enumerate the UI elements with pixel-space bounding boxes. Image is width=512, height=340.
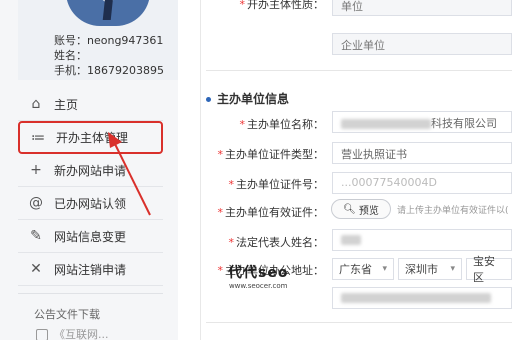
sidebar-item-new-site[interactable]: + 新办网站申请 [18,154,163,187]
sidebar-item-claim-site[interactable]: @ 已办网站认领 [18,187,163,220]
cert-no-label: * 主办单位证件号： [228,178,325,191]
entity-nature-field[interactable]: 单位 [332,0,512,16]
sidebar-item-cancel-site[interactable]: ✕ 网站注销申请 [18,253,163,286]
sidebar-item-label: 网站信息变更 [54,229,127,244]
list-icon: ≔ [31,129,45,146]
sidebar-item-label: 主页 [54,97,79,112]
cert-no-input[interactable]: ...00077540004D [332,172,512,194]
sidebar: 账号：neong947361 姓名： 手机：18679203895 ⌂ 主页 ≔… [0,0,178,340]
user-profile-card: 账号：neong947361 姓名： 手机：18679203895 [18,0,178,80]
sidebar-item-entity-management[interactable]: ≔ 开办主体管理 [18,121,163,154]
legal-rep-label: * 法定代表人姓名： [228,236,325,249]
sidebar-item-label: 新办网站申请 [54,163,127,178]
required-mark: * [239,0,246,11]
org-type-field[interactable]: 企业单位 [332,33,512,55]
upload-hint: 请上传主办单位有效证件以( [397,206,509,216]
at-icon: @ [29,195,43,211]
chevron-down-icon: ▾ [450,264,455,274]
watermark-url: www.seocer.com [228,282,288,290]
city-select[interactable]: 深圳市 ▾ [398,258,462,280]
entity-nature-label: * 开办主体性质： [239,0,325,11]
section-title: 主办单位信息 [206,90,289,107]
divider [18,293,163,294]
chevron-down-icon: ▾ [382,264,387,274]
announcement-link[interactable]: 《互联网... [54,326,109,340]
plus-icon: + [30,162,42,178]
avatar [66,0,150,26]
org-name-label: * 主办单位名称： [239,118,325,131]
address-detail-input[interactable] [332,287,512,309]
org-name-input[interactable]: 科技有限公司 [332,111,512,133]
edit-icon: ✎ [30,228,42,244]
sidebar-item-label: 网站注销申请 [54,262,127,277]
name-text: 姓名： [54,49,87,62]
cert-type-label: * 主办单位证件类型： [217,148,325,161]
side-nav: ⌂ 主页 ≔ 开办主体管理 + 新办网站申请 @ 已办网站认领 ✎ 网站信息变更… [18,88,163,286]
search-icon: 🔍︎ [343,203,356,215]
content-border [200,0,201,340]
cert-valid-label: * 主办单位有效证件： [217,206,325,219]
sidebar-item-change-info[interactable]: ✎ 网站信息变更 [18,220,163,253]
watermark: 代代seo www.seocer.com [228,262,288,290]
sidebar-item-home[interactable]: ⌂ 主页 [18,88,163,121]
sidebar-item-label: 已办网站认领 [54,196,127,211]
district-select[interactable]: 宝安区 [466,255,512,284]
account-text: 账号：neong947361 [54,34,164,47]
bullet-icon [206,97,211,102]
announcement-title: 公告文件下载 [34,308,100,321]
document-icon [36,329,48,340]
watermark-title: 代代seo [228,265,289,281]
sidebar-item-label: 开办主体管理 [56,131,129,145]
divider [206,70,512,71]
close-icon: ✕ [30,261,42,277]
phone-text: 手机：18679203895 [54,64,164,77]
divider [206,322,512,323]
province-select[interactable]: 广东省 ▾ [332,258,394,280]
preview-button[interactable]: 🔍︎ 预览 [331,199,391,219]
legal-rep-input[interactable] [332,229,512,251]
home-icon: ⌂ [31,96,41,112]
cert-type-select[interactable]: 营业执照证书 [332,142,512,164]
